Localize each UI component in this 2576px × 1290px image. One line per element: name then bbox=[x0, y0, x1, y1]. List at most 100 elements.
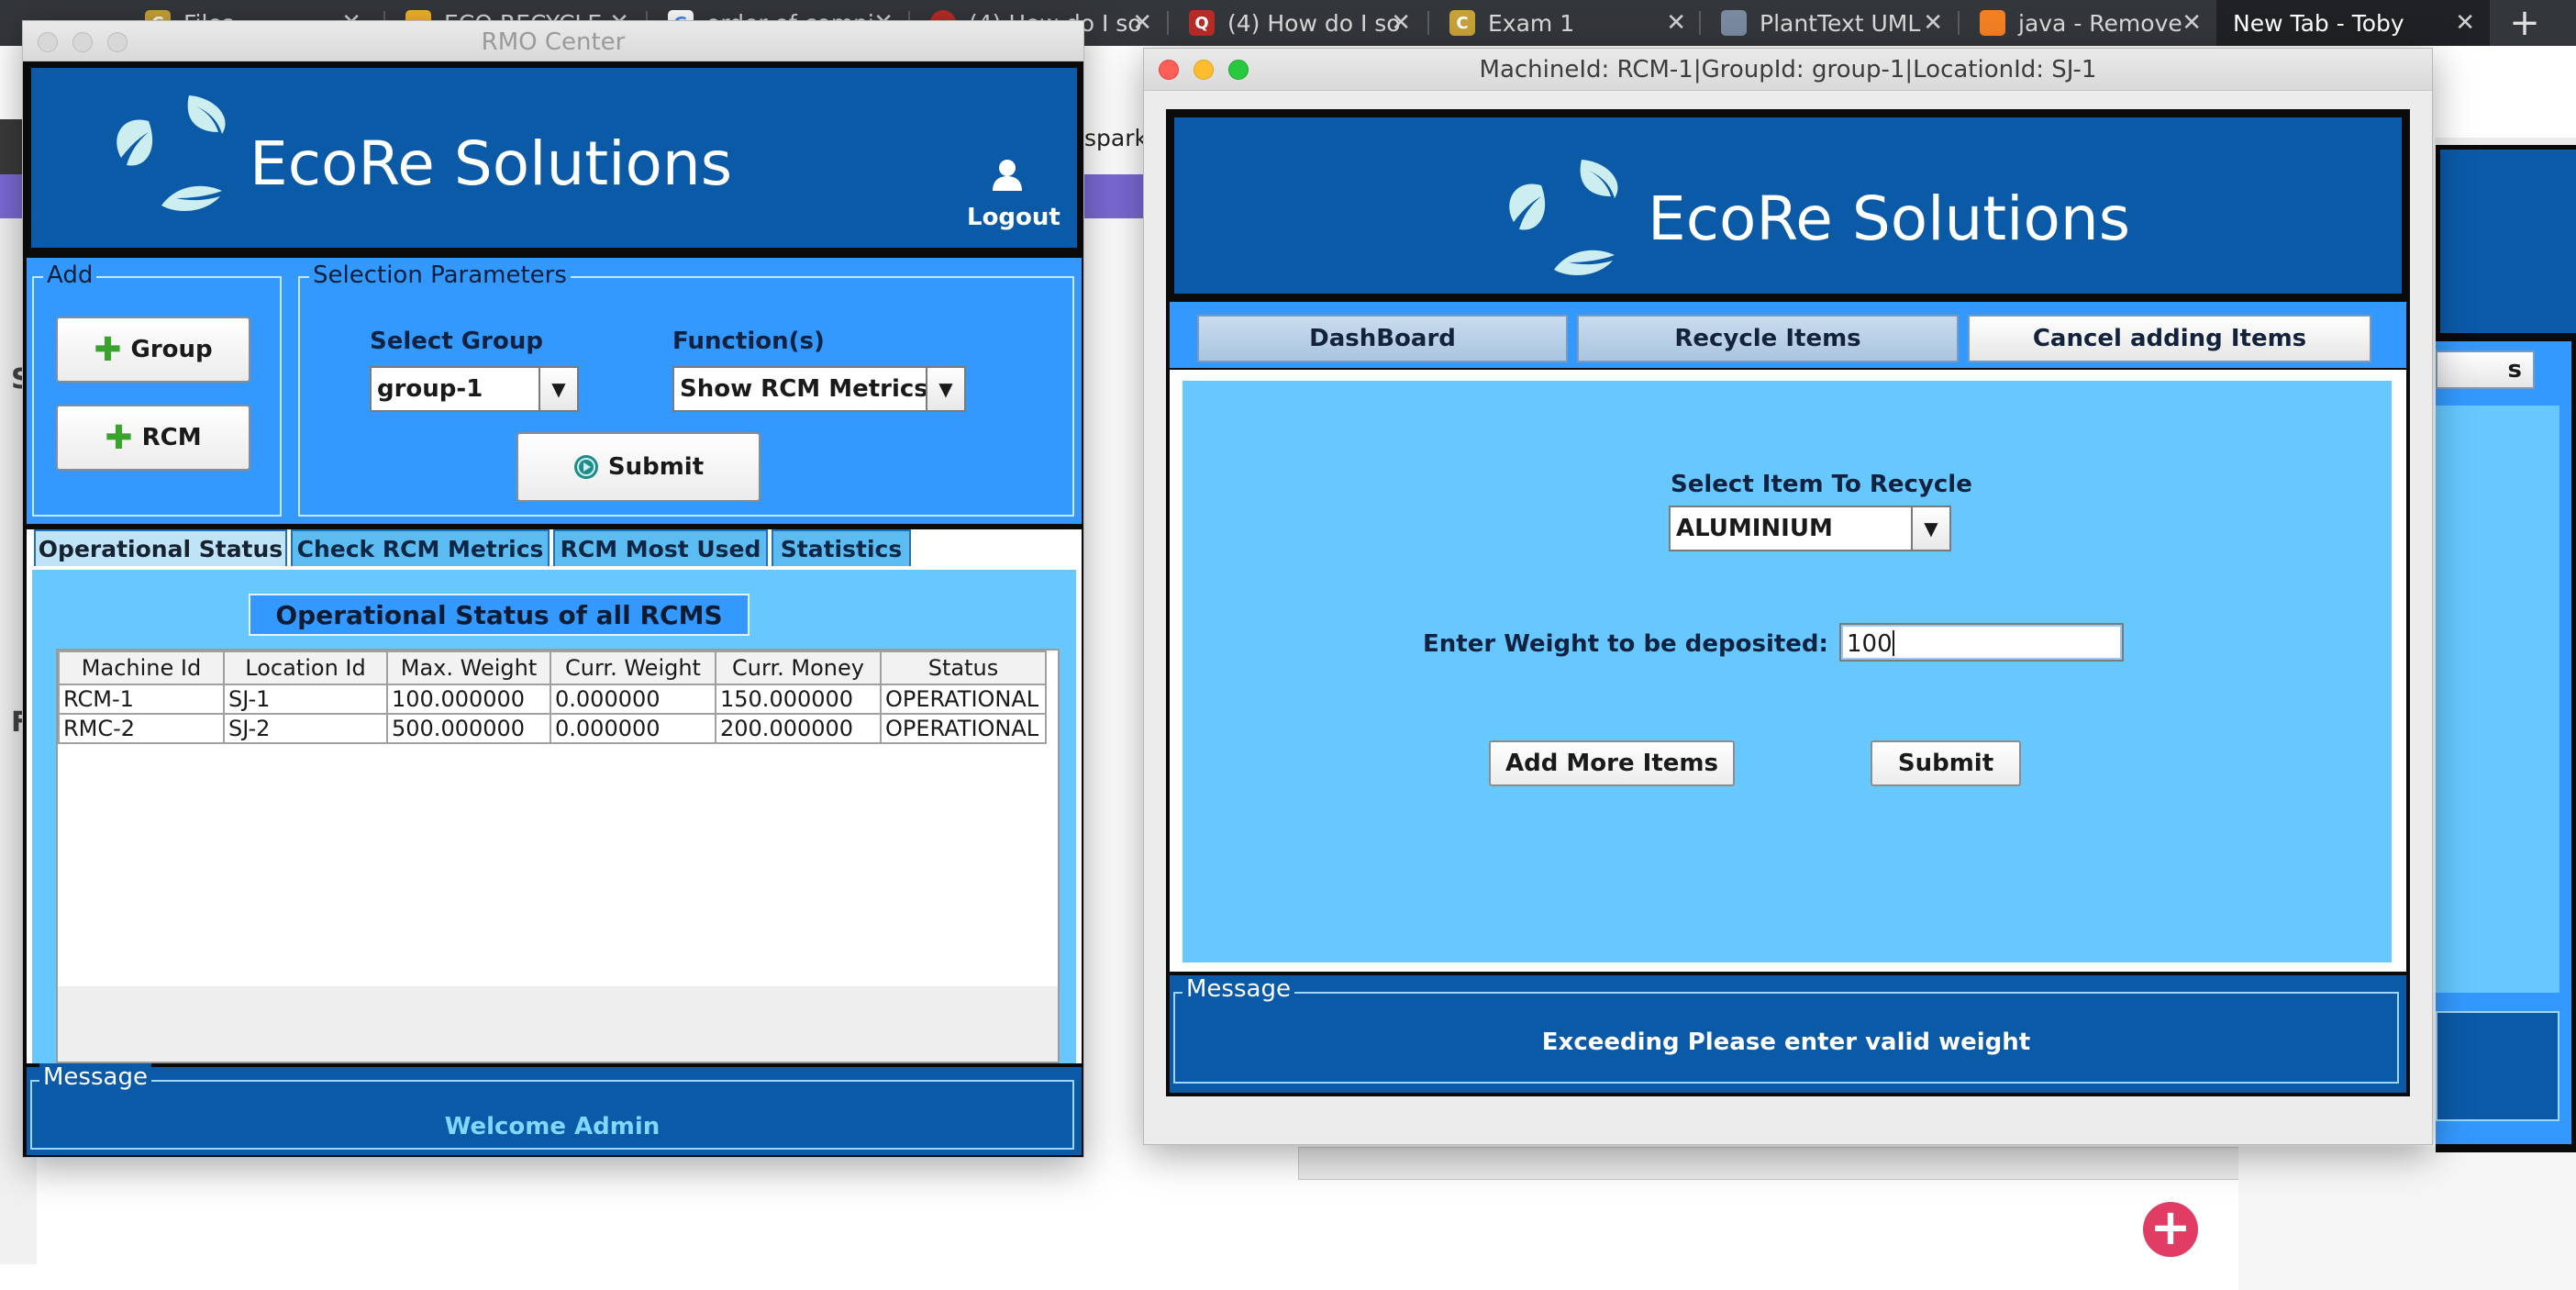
background-app-window: s bbox=[2436, 138, 2576, 1152]
background-panel bbox=[2238, 1147, 2576, 1290]
column-header[interactable]: Status bbox=[880, 651, 1047, 685]
table-cell: 0.000000 bbox=[550, 684, 716, 715]
close-tab-icon[interactable]: ✕ bbox=[1666, 9, 1686, 37]
close-tab-icon[interactable]: ✕ bbox=[2182, 9, 2202, 37]
browser-tab-label: Exam 1 bbox=[1488, 9, 1575, 37]
item-dropdown-value: ALUMINIUM bbox=[1676, 515, 1833, 542]
table-cell: 500.000000 bbox=[386, 713, 551, 744]
rmo-tab-area: Operational Status Check RCM Metrics RCM… bbox=[27, 529, 1082, 1063]
stackoverflow-icon bbox=[1980, 10, 2005, 36]
table-cell: RCM-1 bbox=[58, 684, 225, 715]
close-tab-icon[interactable]: ✕ bbox=[1132, 9, 1152, 37]
table-row[interactable]: RCM-1 SJ-1 100.000000 0.000000 150.00000… bbox=[58, 684, 1047, 715]
column-header[interactable]: Machine Id bbox=[58, 651, 225, 685]
browser-tab-active[interactable]: New Tab - Toby ✕ bbox=[2216, 0, 2490, 46]
add-groupbox-title: Add bbox=[43, 261, 97, 289]
rcm-titlebar: MachineId: RCM-1|GroupId: group-1|Locati… bbox=[1144, 49, 2432, 91]
weight-input[interactable]: 100 bbox=[1839, 623, 2124, 662]
select-group-label: Select Group bbox=[370, 328, 543, 355]
browser-tab[interactable]: PlantText UML ✕ bbox=[1704, 0, 1958, 46]
add-rcm-button[interactable]: ✚ RCM bbox=[56, 405, 250, 471]
message-title: Message bbox=[1183, 975, 1294, 1003]
add-fab-plus-icon[interactable]: + bbox=[2143, 1202, 2198, 1257]
browser-tab-label: java - Remove bbox=[2018, 9, 2182, 37]
add-group-button[interactable]: ✚ Group bbox=[56, 317, 250, 383]
table-cell: 150.000000 bbox=[715, 684, 882, 715]
close-tab-icon[interactable]: ✕ bbox=[2455, 9, 2475, 37]
message-text: Welcome Admin bbox=[444, 1113, 661, 1140]
close-tab-icon[interactable]: ✕ bbox=[1923, 9, 1943, 37]
browser-tab[interactable]: C Exam 1 ✕ bbox=[1433, 0, 1701, 46]
operational-status-panel: Operational Status of all RCMS Machine I… bbox=[32, 570, 1076, 1063]
column-header[interactable]: Max. Weight bbox=[386, 651, 551, 685]
tab-operational-status[interactable]: Operational Status bbox=[34, 529, 287, 566]
tab-rcm-most-used[interactable]: RCM Most Used bbox=[553, 529, 768, 566]
ecore-leaf-logo-icon bbox=[117, 95, 226, 211]
rmo-center-window: RMO Center EcoRe Solutions Logout Add ✚ … bbox=[22, 20, 1084, 1158]
recycle-form-panel: Select Item To Recycle ALUMINIUM ▼ Enter… bbox=[1183, 381, 2392, 962]
recycle-items-button[interactable]: Recycle Items bbox=[1577, 315, 1959, 362]
message-groupbox: Message Welcome Admin bbox=[30, 1063, 1074, 1150]
add-more-items-button[interactable]: Add More Items bbox=[1489, 740, 1735, 786]
submit-button[interactable]: Submit bbox=[516, 432, 761, 502]
browser-tab-label: PlantText UML bbox=[1760, 9, 1921, 37]
status-table: Machine Id Location Id Max. Weight Curr.… bbox=[58, 651, 1047, 744]
close-tab-icon[interactable]: ✕ bbox=[1391, 9, 1411, 37]
add-group-label: Group bbox=[130, 336, 213, 363]
tab-statistics[interactable]: Statistics bbox=[772, 529, 911, 566]
play-icon bbox=[573, 455, 598, 479]
background-app-nav: s bbox=[2436, 341, 2571, 396]
browser-tab[interactable]: java - Remove ✕ bbox=[1963, 0, 2216, 46]
table-cell: 0.000000 bbox=[550, 713, 716, 744]
tab-separator bbox=[1167, 11, 1169, 35]
text-cursor bbox=[1893, 630, 1894, 656]
item-dropdown[interactable]: ALUMINIUM ▼ bbox=[1669, 506, 1951, 551]
tab-separator bbox=[1699, 11, 1701, 35]
functions-label: Function(s) bbox=[672, 328, 825, 355]
selection-parameters-groupbox: Selection Parameters Select Group group-… bbox=[298, 261, 1074, 517]
chevron-down-icon[interactable]: ▼ bbox=[926, 368, 964, 410]
add-groupbox: Add ✚ Group ✚ RCM bbox=[32, 261, 282, 517]
plus-icon: ✚ bbox=[105, 418, 133, 457]
group-dropdown[interactable]: group-1 ▼ bbox=[370, 366, 579, 412]
tab-separator bbox=[1958, 11, 1960, 35]
rcm-machine-window: MachineId: RCM-1|GroupId: group-1|Locati… bbox=[1143, 48, 2433, 1145]
column-header[interactable]: Location Id bbox=[223, 651, 388, 685]
table-cell: OPERATIONAL bbox=[880, 684, 1047, 715]
table-cell: OPERATIONAL bbox=[880, 713, 1047, 744]
add-rcm-label: RCM bbox=[141, 424, 202, 451]
dashboard-button[interactable]: DashBoard bbox=[1197, 315, 1568, 362]
logout-link[interactable]: Logout bbox=[967, 204, 1060, 231]
function-dropdown-value: Show RCM Metrics bbox=[680, 375, 928, 403]
column-header[interactable]: Curr. Weight bbox=[550, 651, 716, 685]
brand-name: EcoRe Solutions bbox=[1648, 183, 2131, 254]
ecore-leaf-logo-icon bbox=[1509, 160, 1618, 275]
rcm-header: EcoRe Solutions bbox=[1170, 113, 2406, 298]
selection-parameters-title: Selection Parameters bbox=[309, 261, 571, 289]
tab-check-rcm-metrics[interactable]: Check RCM Metrics bbox=[291, 529, 550, 566]
user-avatar-icon bbox=[993, 160, 1022, 191]
browser-tab[interactable]: Q (4) How do I so ✕ bbox=[1172, 0, 1426, 46]
function-dropdown[interactable]: Show RCM Metrics ▼ bbox=[672, 366, 966, 412]
cancel-adding-items-button[interactable]: Cancel adding Items bbox=[1968, 315, 2371, 362]
background-app-content bbox=[2436, 406, 2559, 993]
weight-input-value: 100 bbox=[1847, 630, 1893, 658]
table-cell: 200.000000 bbox=[715, 713, 882, 744]
rmo-header: EcoRe Solutions Logout bbox=[27, 63, 1082, 252]
background-app-header bbox=[2436, 145, 2576, 338]
new-tab-plus-icon[interactable]: + bbox=[2497, 0, 2552, 46]
select-item-label: Select Item To Recycle bbox=[1671, 471, 1972, 498]
horizontal-scrollbar[interactable] bbox=[58, 986, 1058, 1062]
tab-separator bbox=[1427, 11, 1429, 35]
window-title: RMO Center bbox=[481, 28, 626, 56]
table-row[interactable]: RMC-2 SJ-2 500.000000 0.000000 200.00000… bbox=[58, 713, 1047, 744]
chevron-down-icon[interactable]: ▼ bbox=[539, 368, 577, 410]
status-table-viewport[interactable]: Machine Id Location Id Max. Weight Curr.… bbox=[56, 649, 1060, 1063]
submit-label: Submit bbox=[607, 453, 705, 481]
submit-button[interactable]: Submit bbox=[1871, 740, 2021, 786]
chevron-down-icon[interactable]: ▼ bbox=[1911, 507, 1949, 550]
table-cell: 100.000000 bbox=[386, 684, 551, 715]
message-title: Message bbox=[39, 1063, 151, 1091]
table-cell: SJ-2 bbox=[223, 713, 388, 744]
column-header[interactable]: Curr. Money bbox=[715, 651, 882, 685]
